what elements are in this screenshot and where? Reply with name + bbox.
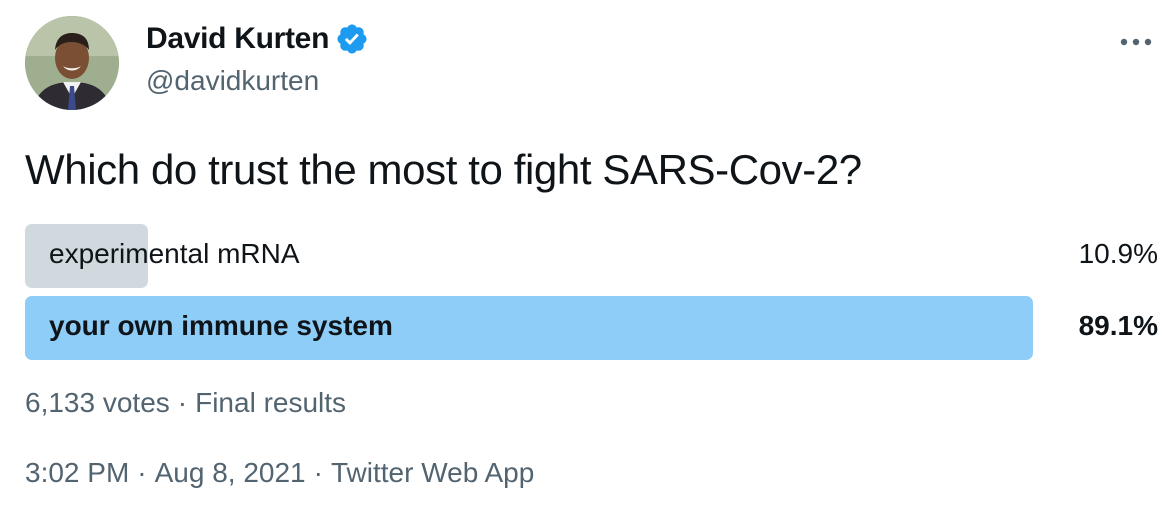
tweet-time[interactable]: 3:02 PM	[25, 457, 129, 488]
poll-vote-count: 6,133 votes	[25, 387, 170, 418]
verified-badge-icon	[335, 22, 369, 56]
poll-option-percent: 10.9%	[1078, 238, 1158, 269]
more-options-icon[interactable]	[1116, 22, 1156, 62]
tweet-timestamp: 3:02 PM · Aug 8, 2021 · Twitter Web App	[25, 457, 534, 489]
separator: ·	[177, 387, 188, 418]
tweet-text: Which do trust the most to fight SARS-Co…	[25, 146, 862, 193]
author-name-text[interactable]: David Kurten	[146, 22, 329, 56]
author-display-name[interactable]: David Kurten	[146, 22, 369, 56]
tweet-date[interactable]: Aug 8, 2021	[155, 457, 306, 488]
poll-option-label: experimental mRNA	[49, 238, 300, 269]
poll-option-label: your own immune system	[49, 310, 393, 341]
poll-meta: 6,133 votes · Final results	[25, 387, 346, 419]
separator: ·	[137, 457, 147, 488]
poll-status: Final results	[195, 387, 347, 418]
avatar[interactable]	[25, 16, 119, 110]
poll-option: experimental mRNA 10.9%	[25, 224, 1158, 288]
tweet-client[interactable]: Twitter Web App	[331, 457, 534, 488]
poll-option: your own immune system 89.1%	[25, 296, 1158, 360]
author-handle[interactable]: @davidkurten	[146, 65, 319, 97]
separator: ·	[313, 457, 323, 488]
poll-option-percent: 89.1%	[1078, 310, 1158, 341]
